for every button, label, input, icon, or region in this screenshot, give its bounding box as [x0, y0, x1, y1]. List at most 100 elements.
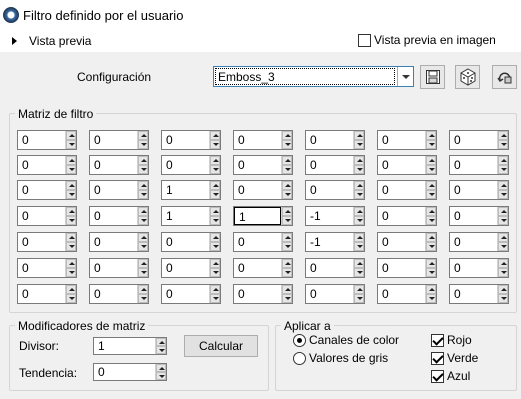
- chevron-down-icon[interactable]: [397, 67, 413, 86]
- bias-value[interactable]: 0: [94, 364, 155, 380]
- decrement-arrow-icon[interactable]: [66, 190, 76, 199]
- matrix-cell-value[interactable]: 0: [234, 285, 281, 303]
- decrement-arrow-icon[interactable]: [498, 242, 508, 251]
- decrement-arrow-icon[interactable]: [66, 294, 76, 303]
- matrix-cell-value[interactable]: 0: [378, 131, 425, 149]
- increment-arrow-icon[interactable]: [138, 285, 148, 294]
- matrix-cell-value[interactable]: 0: [18, 259, 65, 277]
- matrix-cell-stepper[interactable]: 0: [17, 155, 77, 175]
- increment-arrow-icon[interactable]: [282, 207, 292, 216]
- increment-arrow-icon[interactable]: [354, 207, 364, 216]
- preview-toggle-label[interactable]: Vista previa: [29, 34, 91, 48]
- matrix-cell-stepper[interactable]: 0: [377, 284, 437, 304]
- matrix-cell-value[interactable]: 0: [306, 259, 353, 277]
- increment-arrow-icon[interactable]: [210, 181, 220, 190]
- decrement-arrow-icon[interactable]: [66, 140, 76, 149]
- color-channels-radio[interactable]: [293, 333, 306, 347]
- divisor-stepper[interactable]: 1: [93, 337, 167, 355]
- decrement-arrow-icon[interactable]: [210, 216, 220, 225]
- green-option[interactable]: Verde: [431, 351, 478, 365]
- decrement-arrow-icon[interactable]: [210, 165, 220, 174]
- blue-checkbox[interactable]: [431, 369, 444, 383]
- matrix-cell-stepper[interactable]: 0: [161, 258, 221, 278]
- matrix-cell-stepper[interactable]: 0: [449, 284, 509, 304]
- increment-arrow-icon[interactable]: [282, 131, 292, 140]
- expand-preview-icon[interactable]: [12, 37, 17, 45]
- increment-arrow-icon[interactable]: [498, 156, 508, 165]
- increment-arrow-icon[interactable]: [282, 233, 292, 242]
- green-label[interactable]: Verde: [447, 351, 478, 365]
- matrix-cell-value[interactable]: 0: [306, 181, 353, 199]
- matrix-cell-value[interactable]: 0: [162, 259, 209, 277]
- blue-option[interactable]: Azul: [431, 369, 470, 383]
- gray-values-option[interactable]: Valores de gris: [293, 351, 388, 365]
- matrix-cell-value[interactable]: 0: [450, 233, 497, 251]
- increment-arrow-icon[interactable]: [426, 233, 436, 242]
- increment-arrow-icon[interactable]: [210, 131, 220, 140]
- preset-dropdown[interactable]: Emboss_3: [213, 66, 414, 87]
- increment-arrow-icon[interactable]: [354, 156, 364, 165]
- image-preview-checkbox[interactable]: [358, 33, 371, 47]
- matrix-cell-value[interactable]: 0: [90, 207, 137, 225]
- matrix-cell-stepper[interactable]: 0: [377, 130, 437, 150]
- matrix-cell-value[interactable]: 0: [90, 156, 137, 174]
- decrement-arrow-icon[interactable]: [498, 165, 508, 174]
- matrix-cell-stepper[interactable]: 0: [449, 258, 509, 278]
- color-channels-option[interactable]: Canales de color: [293, 333, 399, 347]
- matrix-cell-value[interactable]: 0: [90, 131, 137, 149]
- increment-arrow-icon[interactable]: [66, 259, 76, 268]
- increment-arrow-icon[interactable]: [138, 233, 148, 242]
- matrix-cell-value[interactable]: 1: [162, 207, 209, 225]
- matrix-cell-value[interactable]: 0: [234, 233, 281, 251]
- decrement-arrow-icon[interactable]: [426, 294, 436, 303]
- matrix-cell-value[interactable]: 0: [378, 156, 425, 174]
- decrement-arrow-icon[interactable]: [210, 190, 220, 199]
- increment-arrow-icon[interactable]: [210, 259, 220, 268]
- matrix-cell-stepper[interactable]: 0: [89, 206, 149, 226]
- randomize-button[interactable]: [455, 65, 480, 89]
- image-preview-option[interactable]: Vista previa en imagen: [358, 33, 496, 47]
- matrix-cell-stepper[interactable]: -1: [305, 232, 365, 252]
- decrement-arrow-icon[interactable]: [66, 165, 76, 174]
- increment-arrow-icon[interactable]: [282, 181, 292, 190]
- decrement-arrow-icon[interactable]: [282, 190, 292, 199]
- matrix-cell-stepper[interactable]: 0: [161, 130, 221, 150]
- increment-arrow-icon[interactable]: [66, 131, 76, 140]
- matrix-cell-value[interactable]: 0: [162, 156, 209, 174]
- matrix-cell-stepper[interactable]: 0: [305, 130, 365, 150]
- gray-values-label[interactable]: Valores de gris: [309, 351, 388, 365]
- matrix-cell-value[interactable]: -1: [306, 233, 353, 251]
- matrix-cell-value[interactable]: 0: [450, 156, 497, 174]
- decrement-arrow-icon[interactable]: [426, 165, 436, 174]
- increment-arrow-icon[interactable]: [138, 131, 148, 140]
- decrement-arrow-icon[interactable]: [498, 216, 508, 225]
- matrix-cell-value[interactable]: 0: [234, 181, 281, 199]
- matrix-cell-stepper[interactable]: 0: [449, 206, 509, 226]
- increment-arrow-icon[interactable]: [498, 131, 508, 140]
- matrix-cell-value[interactable]: 0: [450, 131, 497, 149]
- matrix-cell-value[interactable]: 0: [18, 131, 65, 149]
- increment-arrow-icon[interactable]: [138, 181, 148, 190]
- increment-arrow-icon[interactable]: [426, 156, 436, 165]
- increment-arrow-icon[interactable]: [354, 131, 364, 140]
- increment-arrow-icon[interactable]: [426, 181, 436, 190]
- decrement-arrow-icon[interactable]: [282, 140, 292, 149]
- decrement-arrow-icon[interactable]: [210, 140, 220, 149]
- matrix-cell-stepper[interactable]: 0: [377, 232, 437, 252]
- increment-arrow-icon[interactable]: [210, 233, 220, 242]
- matrix-cell-value[interactable]: 0: [162, 233, 209, 251]
- decrement-arrow-icon[interactable]: [66, 268, 76, 277]
- increment-arrow-icon[interactable]: [156, 364, 166, 372]
- matrix-cell-stepper[interactable]: 0: [89, 130, 149, 150]
- increment-arrow-icon[interactable]: [282, 156, 292, 165]
- red-label[interactable]: Rojo: [447, 333, 472, 347]
- matrix-cell-value[interactable]: 0: [306, 131, 353, 149]
- matrix-cell-stepper[interactable]: 1: [161, 206, 221, 226]
- preset-value[interactable]: Emboss_3: [215, 68, 395, 85]
- matrix-cell-stepper[interactable]: 0: [233, 284, 293, 304]
- decrement-arrow-icon[interactable]: [138, 140, 148, 149]
- decrement-arrow-icon[interactable]: [354, 165, 364, 174]
- decrement-arrow-icon[interactable]: [210, 268, 220, 277]
- matrix-cell-stepper[interactable]: 0: [89, 232, 149, 252]
- matrix-cell-stepper[interactable]: 0: [449, 232, 509, 252]
